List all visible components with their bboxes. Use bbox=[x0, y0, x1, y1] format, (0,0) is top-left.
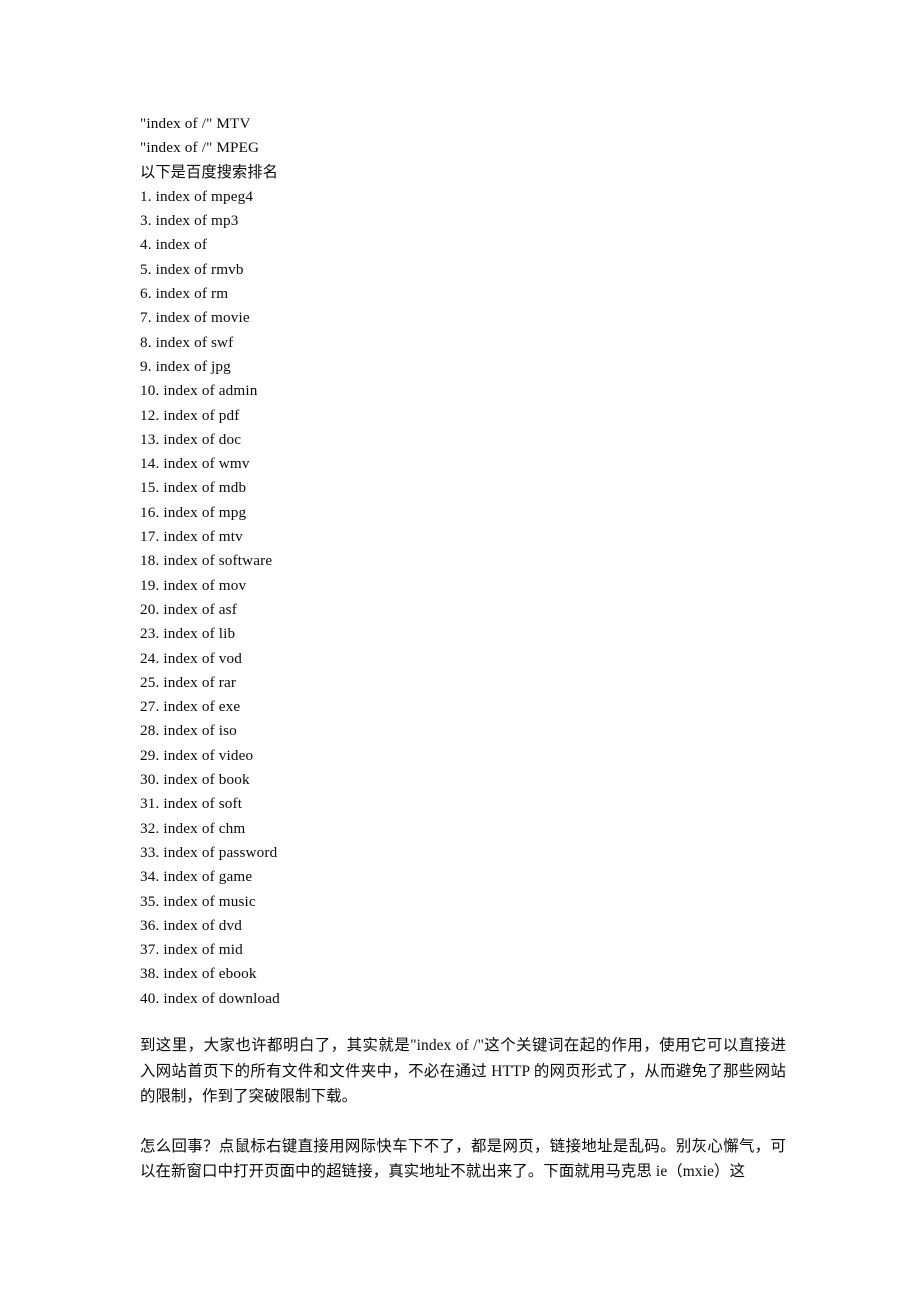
list-item: 3. index of mp3 bbox=[140, 212, 239, 230]
list-item: 29. index of video bbox=[140, 746, 254, 764]
list-item: 40. index of download bbox=[140, 989, 280, 1007]
list-item: 7. index of movie bbox=[140, 309, 250, 327]
list-item: 28. index of iso bbox=[140, 722, 237, 740]
list-item: 17. index of mtv bbox=[140, 528, 243, 546]
ranking-list: 1. index of mpeg4 3. index of mp3 4. ind… bbox=[140, 185, 786, 1011]
list-item: 8. index of swf bbox=[140, 333, 234, 351]
heading-line: "index of /" MTV bbox=[140, 115, 251, 132]
list-item: 38. index of ebook bbox=[140, 965, 257, 983]
list-item: 20. index of asf bbox=[140, 600, 237, 618]
heading-line: "index of /" MPEG bbox=[140, 139, 260, 157]
list-item: 16. index of mpg bbox=[140, 503, 247, 521]
list-item: 4. index of bbox=[140, 236, 208, 254]
list-item: 30. index of book bbox=[140, 771, 250, 789]
list-item: 34. index of game bbox=[140, 868, 253, 886]
list-item: 37. index of mid bbox=[140, 941, 243, 959]
list-item: 19. index of mov bbox=[140, 576, 247, 594]
heading-block: "index of /" MTV "index of /" MPEG 以下是百度… bbox=[140, 112, 786, 185]
list-item: 5. index of rmvb bbox=[140, 260, 244, 278]
list-item: 33. index of password bbox=[140, 843, 278, 861]
list-item: 24. index of vod bbox=[140, 649, 242, 667]
body-paragraph: 怎么回事？点鼠标右键直接用网际快车下不了，都是网页，链接地址是乱码。别灰心懈气，… bbox=[140, 1137, 786, 1181]
document-page: "index of /" MTV "index of /" MPEG 以下是百度… bbox=[140, 112, 786, 1200]
list-item: 13. index of doc bbox=[140, 430, 242, 448]
list-item: 36. index of dvd bbox=[140, 916, 242, 934]
list-item: 25. index of rar bbox=[140, 673, 237, 691]
list-item: 18. index of software bbox=[140, 552, 273, 570]
list-item: 31. index of soft bbox=[140, 795, 243, 813]
list-item: 1. index of mpeg4 bbox=[140, 187, 254, 205]
list-item: 14. index of wmv bbox=[140, 455, 250, 473]
list-item: 27. index of exe bbox=[140, 698, 241, 716]
heading-line: 以下是百度搜索排名 bbox=[140, 163, 279, 181]
list-item: 23. index of lib bbox=[140, 625, 236, 643]
list-item: 9. index of jpg bbox=[140, 357, 231, 375]
body-paragraph: 到这里，大家也许都明白了，其实就是"index of /"这个关键词在起的作用，… bbox=[140, 1036, 786, 1106]
list-item: 12. index of pdf bbox=[140, 406, 240, 424]
list-item: 6. index of rm bbox=[140, 285, 229, 303]
list-item: 10. index of admin bbox=[140, 382, 258, 400]
list-item: 35. index of music bbox=[140, 892, 256, 910]
list-item: 15. index of mdb bbox=[140, 479, 247, 497]
list-item: 32. index of chm bbox=[140, 819, 246, 837]
